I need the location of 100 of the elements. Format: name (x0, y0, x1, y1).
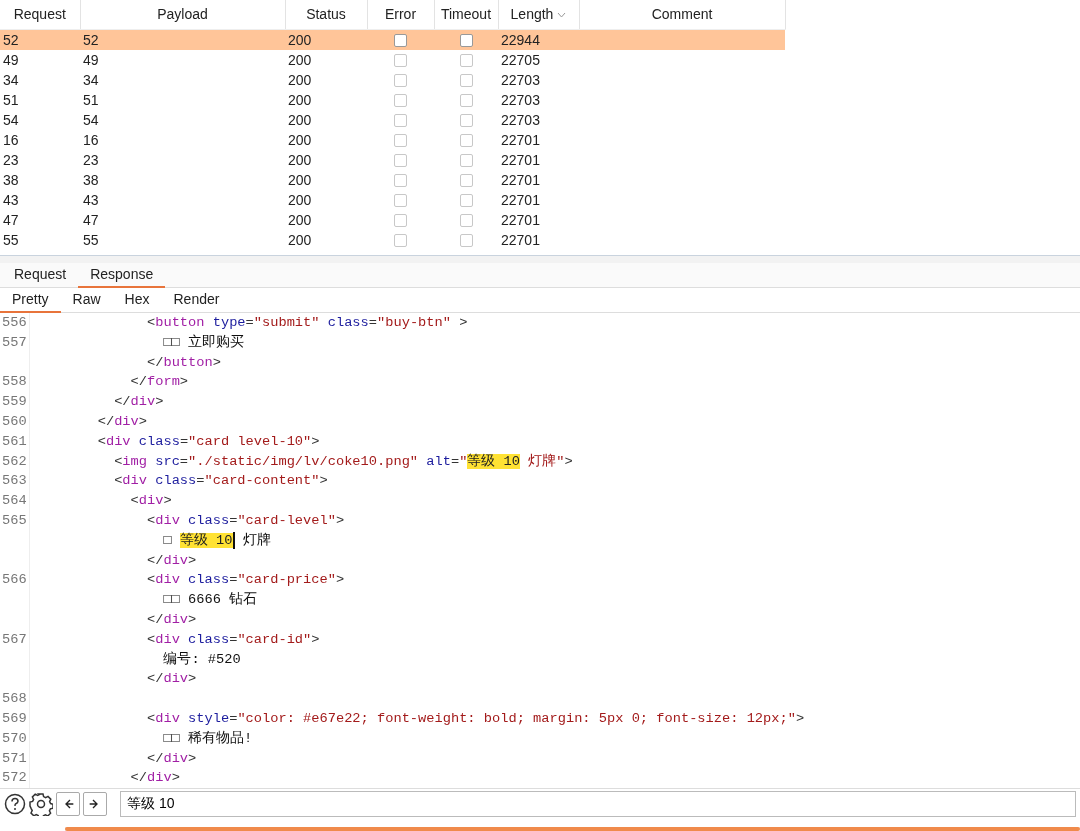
code-line: <div style="color: #e67e22; font-weight: bold; margin: 5px 0; font-size: 12px;"> (147, 709, 805, 728)
code-line: <div class="card-price"> (147, 571, 345, 590)
code-line: <div class="card-content"> (114, 472, 328, 491)
column-header[interactable]: Status (306, 5, 346, 22)
table-cell: 22701 (501, 231, 540, 248)
tab[interactable]: Request (2, 263, 79, 288)
tab[interactable]: Hex (112, 288, 162, 313)
table-cell: 54 (83, 111, 99, 128)
table-cell: 43 (83, 191, 99, 208)
line-number: 569 (2, 710, 27, 726)
code-line: □□ 立即购买 (163, 333, 245, 352)
result-row[interactable]: 23 23 200 22701 (0, 149, 785, 170)
table-cell: 200 (288, 211, 312, 228)
table-cell: 22703 (501, 71, 540, 88)
table-cell: 43 (3, 191, 19, 208)
back-button[interactable] (56, 791, 80, 816)
table-cell: 200 (288, 91, 312, 108)
table-cell: 51 (83, 91, 99, 108)
code-line: □ 等级 10 灯牌 (163, 530, 271, 551)
table-cell: 16 (83, 131, 99, 148)
help-icon[interactable] (4, 792, 26, 815)
line-number: 564 (2, 493, 27, 509)
code-line: <div class="card-id"> (147, 630, 320, 649)
table-cell: 200 (288, 191, 312, 208)
column-header[interactable]: Payload (157, 5, 208, 22)
line-number: 570 (2, 730, 27, 746)
result-row[interactable]: 43 43 200 22701 (0, 189, 785, 210)
table-cell: 38 (83, 171, 99, 188)
line-number: 562 (2, 453, 27, 469)
line-number: 565 (2, 512, 27, 528)
code-line: <div class="card-level"> (147, 511, 345, 530)
table-cell: 51 (3, 91, 19, 108)
line-number: 560 (2, 414, 27, 429)
table-cell: 200 (288, 231, 312, 248)
line-number: 572 (2, 770, 27, 786)
table-cell: 23 (83, 151, 99, 168)
code-line: </div> (147, 670, 197, 689)
result-row[interactable]: 16 16 200 22701 (0, 129, 785, 150)
tab[interactable]: Pretty (0, 288, 61, 313)
table-cell: 47 (3, 211, 19, 228)
column-header[interactable]: Length (510, 5, 554, 22)
result-row[interactable]: 38 38 200 22701 (0, 169, 785, 190)
table-cell: 34 (3, 71, 19, 88)
code-line: </div> (147, 749, 197, 768)
forward-button[interactable] (83, 791, 107, 816)
table-cell: 22701 (501, 151, 540, 168)
column-header[interactable]: Request (13, 5, 66, 22)
result-row[interactable]: 47 47 200 22701 (0, 209, 785, 230)
line-number: 557 (2, 334, 27, 350)
code-line: </button> (147, 353, 221, 372)
column-header[interactable]: Error (384, 5, 417, 22)
table-cell: 200 (288, 31, 312, 48)
table-cell: 22703 (501, 111, 540, 128)
table-cell: 55 (3, 231, 19, 248)
table-cell: 23 (3, 151, 19, 168)
line-number: 567 (2, 631, 27, 647)
table-cell: 49 (83, 51, 99, 68)
line-number: 568 (2, 691, 27, 707)
table-cell: 200 (288, 151, 312, 168)
table-cell: 47 (83, 211, 99, 228)
table-cell: 49 (3, 51, 19, 68)
result-row[interactable]: 54 54 200 22703 (0, 109, 785, 130)
table-cell: 52 (3, 31, 19, 48)
table-cell: 55 (83, 231, 99, 248)
code-line: <div> (130, 492, 172, 511)
column-header[interactable]: Timeout (440, 5, 492, 22)
settings-icon[interactable] (29, 791, 53, 816)
code-line: </div> (147, 610, 197, 629)
code-line: □□ 6666 钻石 (163, 591, 258, 610)
code-line: </div> (97, 413, 147, 431)
table-cell: 54 (3, 111, 19, 128)
table-cell: 22701 (501, 171, 540, 188)
code-line: □□ 稀有物品! (163, 729, 253, 748)
search-field[interactable]: 等级 10 (120, 790, 1076, 817)
result-row[interactable]: 51 51 200 22703 (0, 89, 785, 110)
tab[interactable]: Raw (60, 288, 113, 313)
tab[interactable]: Render (161, 288, 232, 313)
table-cell: 38 (3, 171, 19, 188)
table-cell: 22701 (501, 211, 540, 228)
code-line: </div> (147, 551, 197, 570)
result-row[interactable]: 49 49 200 22705 (0, 49, 785, 70)
code-line: <div class="card level-10"> (97, 432, 320, 451)
line-number: 561 (2, 433, 27, 449)
line-number: 559 (2, 394, 27, 410)
result-row[interactable]: 55 55 200 22701 (0, 229, 785, 250)
table-cell: 22703 (501, 91, 540, 108)
code-line: </div> (114, 393, 164, 412)
column-header[interactable]: Comment (651, 5, 713, 22)
result-row[interactable]: 34 34 200 22703 (0, 69, 785, 90)
line-number: 558 (2, 374, 27, 390)
line-number: 571 (2, 750, 27, 766)
table-cell: 22705 (501, 51, 540, 68)
table-cell: 200 (288, 131, 312, 148)
result-row[interactable]: 52 52 200 22944 (0, 29, 785, 50)
code-line: </div> (130, 769, 180, 788)
table-cell: 200 (288, 71, 312, 88)
table-cell: 16 (3, 131, 19, 148)
code-line: 编号: #520 (163, 650, 241, 669)
table-cell: 22701 (501, 131, 540, 148)
table-cell: 22944 (501, 31, 540, 48)
